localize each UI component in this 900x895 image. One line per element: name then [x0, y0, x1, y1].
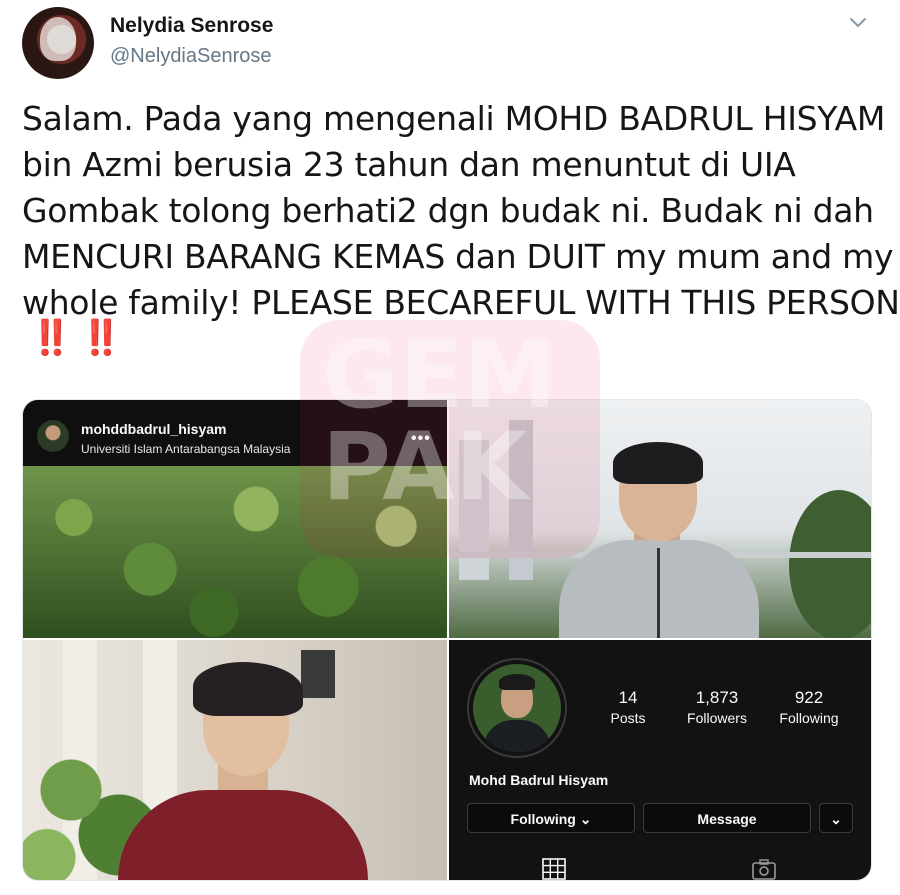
grid-icon: [542, 858, 566, 880]
stat-posts: 14 Posts: [599, 688, 657, 726]
ig-post-avatar: [37, 420, 69, 452]
tweet-text-line: Salam. Pada yang mengenali MOHD BADRUL H…: [22, 99, 886, 138]
tweet: Nelydia Senrose @NelydiaSenrose Salam. P…: [0, 0, 900, 895]
stat-followers: 1,873 Followers: [677, 688, 757, 726]
media-photo-3[interactable]: [23, 640, 447, 880]
ig-post-header: mohddbadrul_hisyam Universiti Islam Anta…: [23, 400, 447, 466]
ig-post-username: mohddbadrul_hisyam: [81, 421, 227, 437]
tweet-text-line: whole family! PLEASE BECAREFUL WITH THIS…: [22, 283, 900, 322]
building: [459, 440, 489, 580]
chevron-down-icon[interactable]: [846, 12, 870, 32]
tweet-text-line: MENCURI BARANG KEMAS dan DUIT my mum and…: [22, 237, 894, 276]
tweet-text-line: bin Azmi berusia 23 tahun dan menuntut d…: [22, 145, 796, 184]
stat-following: 922 Following: [769, 688, 849, 726]
media-photo-2[interactable]: [449, 400, 871, 638]
more-options-icon: •••: [411, 430, 431, 447]
tweet-text: Salam. Pada yang mengenali MOHD BADRUL H…: [22, 96, 900, 326]
media-photo-4[interactable]: 14 Posts 1,873 Followers 922 Following M…: [449, 640, 871, 880]
tweet-text-line: Gombak tolong berhati2 dgn budak ni. Bud…: [22, 191, 874, 230]
author-handle[interactable]: @NelydiaSenrose: [110, 45, 272, 68]
followers-label: Followers: [687, 710, 747, 726]
media-grid[interactable]: mohddbadrul_hisyam Universiti Islam Anta…: [22, 399, 872, 881]
double-exclamation-emoji: ‼️ ‼️: [30, 318, 123, 358]
message-button: Message: [643, 803, 811, 833]
ig-post-location: Universiti Islam Antarabangsa Malaysia: [81, 442, 291, 456]
followers-count: 1,873: [695, 688, 739, 707]
person-hair: [613, 442, 703, 484]
profile-avatar: [473, 664, 561, 752]
following-button: Following ⌄: [467, 803, 635, 833]
hoodie-zipper: [657, 548, 660, 638]
media-photo-1[interactable]: mohddbadrul_hisyam Universiti Islam Anta…: [23, 400, 447, 638]
dropdown-button: ⌄: [819, 803, 853, 833]
window: [301, 650, 335, 698]
profile-display-name: Mohd Badrul Hisyam: [469, 772, 609, 788]
following-count: 922: [794, 688, 824, 707]
posts-label: Posts: [610, 710, 646, 726]
posts-count: 14: [618, 688, 638, 707]
camera-icon: [752, 859, 776, 880]
trees-image: [23, 466, 447, 638]
author-name[interactable]: Nelydia Senrose: [110, 14, 273, 38]
following-label: Following: [779, 710, 839, 726]
author-avatar[interactable]: [22, 7, 94, 79]
